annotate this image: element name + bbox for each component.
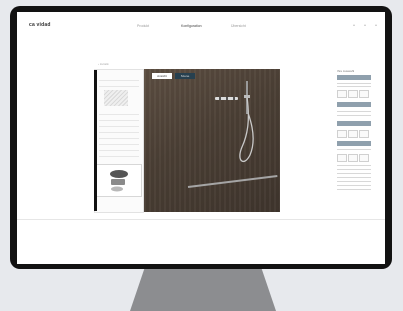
sidebar-row[interactable] (99, 76, 139, 81)
shower-head-icon (110, 170, 128, 192)
sidebar-scroll-handle[interactable] (94, 70, 97, 211)
summary-line (337, 177, 371, 178)
summary-line (337, 169, 371, 170)
search-icon[interactable]: • (351, 23, 357, 29)
product-thumbnail[interactable] (104, 90, 128, 106)
summary-section-bar[interactable] (337, 102, 371, 107)
sidebar-row[interactable] (99, 140, 139, 145)
summary-line (337, 181, 371, 182)
option-swatch[interactable] (359, 90, 369, 98)
configuration-sidebar (94, 69, 144, 213)
summary-line (337, 173, 371, 174)
option-swatch[interactable] (337, 154, 347, 162)
tab-overview[interactable]: Übersicht (231, 24, 246, 28)
option-swatch[interactable] (348, 90, 358, 98)
option-swatch[interactable] (348, 154, 358, 162)
site-header: ca vidad Produkt Konfiguration Übersicht… (17, 12, 385, 42)
tab-product[interactable]: Produkt (137, 24, 149, 28)
summary-line (337, 149, 371, 150)
sidebar-row[interactable] (99, 128, 139, 133)
tab-configuration[interactable]: Konfiguration (181, 24, 202, 28)
sidebar-row[interactable] (99, 122, 139, 127)
shower-hose (239, 95, 254, 163)
screen: ca vidad Produkt Konfiguration Übersicht… (17, 12, 385, 264)
summary-line (337, 115, 371, 116)
summary-title: Ihre Auswahl (337, 69, 355, 73)
summary-line (337, 165, 371, 166)
page-footer-area (17, 221, 385, 264)
summary-line (337, 185, 371, 186)
summary-line (337, 83, 371, 84)
desktop-background: { "header": { "brand": "ca vidad", "tabs… (0, 0, 403, 311)
sidebar-row[interactable] (99, 116, 139, 121)
summary-section-bar[interactable] (337, 75, 371, 80)
sidebar-row[interactable] (99, 146, 139, 151)
sidebar-row[interactable] (99, 134, 139, 139)
option-swatch[interactable] (359, 130, 369, 138)
sidebar-row[interactable] (99, 152, 139, 157)
product-preview-card[interactable] (96, 164, 142, 197)
sidebar-row[interactable] (99, 110, 139, 115)
breadcrumb[interactable]: ‹ zurück (98, 62, 109, 66)
option-swatch[interactable] (337, 90, 347, 98)
summary-line (337, 189, 371, 190)
brand-logo[interactable]: ca vidad (29, 22, 51, 28)
selection-summary-panel: Ihre Auswahl (337, 69, 371, 209)
summary-line (337, 86, 371, 87)
summary-section-bar[interactable] (337, 121, 371, 126)
summary-line (337, 111, 371, 112)
shower-scene-canvas[interactable]: Ansicht Szene (144, 69, 280, 212)
summary-section-bar[interactable] (337, 141, 371, 146)
user-icon[interactable]: • (362, 23, 368, 29)
content-divider (17, 219, 385, 220)
monitor-stand (130, 268, 276, 311)
cart-icon[interactable]: • (373, 23, 379, 29)
monitor-frame: ca vidad Produkt Konfiguration Übersicht… (10, 6, 392, 269)
sidebar-row[interactable] (99, 82, 139, 87)
option-swatch[interactable] (337, 130, 347, 138)
option-swatch[interactable] (348, 130, 358, 138)
option-swatch[interactable] (359, 154, 369, 162)
